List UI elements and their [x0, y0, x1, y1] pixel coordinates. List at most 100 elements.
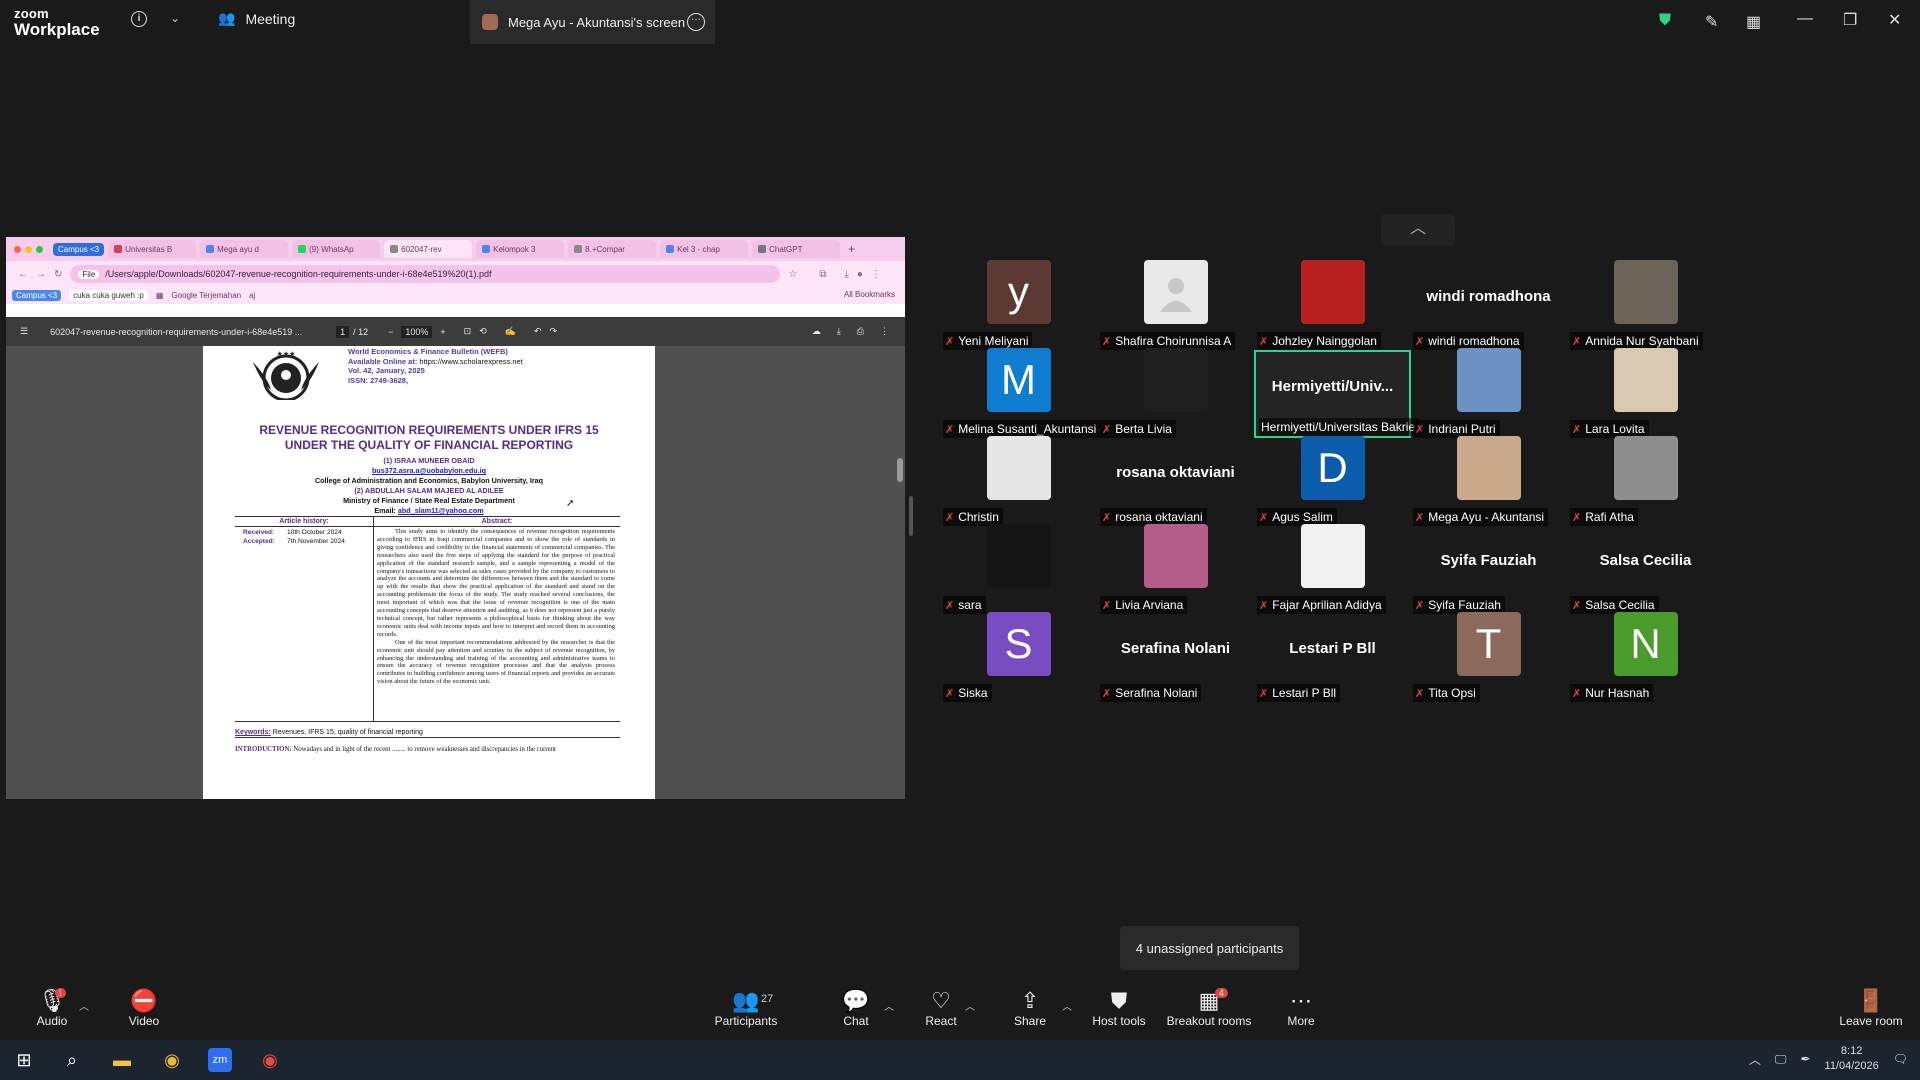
- participant-tile[interactable]: S ✗ Siska: [940, 612, 1097, 702]
- search-icon[interactable]: ⌕: [60, 1048, 84, 1072]
- participants-button[interactable]: 👥 Participants: [701, 988, 791, 1028]
- all-bookmarks-link[interactable]: All Bookmarks: [844, 290, 895, 299]
- bookmark-item[interactable]: Google Terjemahan: [171, 291, 241, 300]
- pdf-scrollbar[interactable]: [897, 458, 903, 482]
- redo-icon[interactable]: ↷: [550, 326, 558, 337]
- bookmark-item[interactable]: aj: [249, 291, 255, 300]
- split-view-handle[interactable]: [909, 496, 913, 536]
- page-number-input[interactable]: 1: [336, 325, 350, 338]
- undo-icon[interactable]: ↶: [534, 326, 542, 337]
- participant-tile[interactable]: ✗ Fajar Aprilian Adidya: [1254, 524, 1411, 614]
- host-tools-button[interactable]: ⛊ Host tools: [1074, 988, 1164, 1028]
- file-explorer-icon[interactable]: ▬: [110, 1048, 134, 1072]
- browser-tab[interactable]: Kel 3 - chap: [660, 240, 749, 258]
- minimize-icon[interactable]: —: [1797, 10, 1813, 28]
- bookmark-folder[interactable]: Campus <3: [12, 290, 62, 301]
- participant-tile[interactable]: windi romadhona ✗ windi romadhona: [1410, 262, 1567, 350]
- participant-tile[interactable]: rosana oktaviani ✗ rosana oktaviani: [1097, 438, 1254, 526]
- breakout-rooms-button[interactable]: ▦ 4 Breakout rooms: [1163, 988, 1255, 1028]
- browser-tab[interactable]: Universitas B: [108, 240, 197, 258]
- tab-meeting[interactable]: 👥 Meeting: [218, 10, 295, 27]
- restore-icon[interactable]: ❐: [1843, 10, 1857, 30]
- tray-overflow-icon[interactable]: ︿: [1749, 1051, 1761, 1068]
- extensions-icon[interactable]: ⧉: [819, 269, 826, 280]
- participant-tile[interactable]: ✗ Johzley Nainggolan: [1254, 260, 1411, 350]
- participant-tile[interactable]: ✗ Christin: [940, 436, 1097, 526]
- participant-tile[interactable]: ✗ Livia Arviana: [1097, 524, 1254, 614]
- star-icon[interactable]: ☆: [788, 269, 797, 280]
- leave-room-button[interactable]: 🚪 Leave room: [1826, 988, 1916, 1028]
- participant-tile[interactable]: Lestari P Bll ✗ Lestari P Bll: [1254, 614, 1411, 702]
- annotate-pencil-icon[interactable]: ✎: [1705, 12, 1718, 32]
- print-icon[interactable]: ⎙: [857, 326, 864, 337]
- more-button[interactable]: ⋯ More: [1256, 988, 1346, 1028]
- react-options-chevron-icon[interactable]: ︿: [965, 998, 975, 1013]
- chevron-down-icon[interactable]: ⌄: [170, 11, 180, 25]
- participant-tile[interactable]: T ✗ Tita Opsi: [1410, 612, 1567, 702]
- tab-shared-screen[interactable]: Mega Ayu - Akuntansi's screen ···: [470, 0, 715, 44]
- hamburger-menu-icon[interactable]: ☰: [20, 326, 28, 337]
- participant-tile[interactable]: Salsa Cecilia ✗ Salsa Cecilia: [1567, 526, 1724, 614]
- participant-tile[interactable]: ✗ Shafira Choirunnisa A: [1097, 260, 1254, 350]
- zoom-app-icon[interactable]: zm: [208, 1048, 232, 1072]
- browser-tab-active[interactable]: 602047-rev: [384, 240, 473, 258]
- participant-tile[interactable]: ✗ sara: [940, 524, 1097, 614]
- video-button[interactable]: ⛔ Video: [99, 988, 189, 1028]
- author-email[interactable]: abd_slam11@yahoo.com: [398, 506, 484, 515]
- forward-arrow-icon[interactable]: →: [36, 269, 46, 280]
- participant-tile[interactable]: y ✗ Yeni Meliyani: [940, 260, 1097, 350]
- gallery-scroll-up-icon[interactable]: ︿: [1381, 214, 1455, 246]
- download-icon[interactable]: ⤓: [845, 269, 849, 280]
- browser-tab[interactable]: Mega ayu d: [200, 240, 289, 258]
- meeting-info-icon[interactable]: i: [131, 11, 147, 27]
- view-layout-icon[interactable]: ▦: [1746, 12, 1761, 32]
- zoom-level[interactable]: 100%: [401, 325, 433, 338]
- participant-tile[interactable]: ✗ Lara Lovita: [1567, 348, 1724, 438]
- participant-tile[interactable]: N ✗ Nur Hasnah: [1567, 612, 1724, 702]
- participant-tile[interactable]: ✗ Mega Ayu - Akuntansi: [1410, 436, 1567, 526]
- network-icon[interactable]: 🖵: [1775, 1052, 1787, 1067]
- unassigned-participants-tooltip[interactable]: 4 unassigned participants: [1120, 926, 1299, 970]
- chrome-icon[interactable]: ◉: [160, 1048, 184, 1072]
- chrome-icon[interactable]: ◉: [258, 1048, 282, 1072]
- url-field[interactable]: File /Users/apple/Downloads/602047-reven…: [70, 265, 781, 283]
- participant-tile[interactable]: D ✗ Agus Salim: [1254, 436, 1411, 526]
- bookmark-item[interactable]: cuka cuka guweh :p: [69, 290, 148, 301]
- download-icon[interactable]: ⤓: [837, 326, 841, 337]
- browser-tab[interactable]: (9) WhatsAp: [292, 240, 381, 258]
- chat-options-chevron-icon[interactable]: ︿: [884, 998, 894, 1013]
- pdf-viewer[interactable]: ★★★ World Economics & Finance Bulletin (…: [6, 346, 905, 799]
- participant-tile[interactable]: M ✗ Melina Susanti_Akuntansi: [940, 348, 1101, 438]
- browser-tab[interactable]: ChatGPT: [752, 240, 841, 258]
- tab-group-label[interactable]: Campus <3: [53, 242, 105, 256]
- participant-tile[interactable]: ✗ Rafi Atha: [1567, 436, 1724, 526]
- participant-tile[interactable]: Hermiyetti/Univ... Hermiyetti/Universitas…: [1254, 350, 1420, 438]
- zoom-in-icon[interactable]: +: [440, 327, 445, 337]
- browser-tab[interactable]: 8.+Compar: [568, 240, 657, 258]
- participant-tile[interactable]: Serafina Nolani ✗ Serafina Nolani: [1097, 614, 1254, 702]
- zoom-out-icon[interactable]: −: [388, 327, 393, 337]
- new-tab-plus-icon[interactable]: +: [848, 242, 855, 256]
- menu-kebab-icon[interactable]: ⋮: [871, 269, 881, 280]
- ai-assist-icon[interactable]: ☁: [812, 326, 821, 337]
- more-options-icon[interactable]: ···: [687, 13, 705, 31]
- participant-tile[interactable]: ✗ Annida Nur Syahbani: [1567, 260, 1724, 350]
- share-options-chevron-icon[interactable]: ︿: [1062, 998, 1072, 1013]
- pen-icon[interactable]: ✒: [1800, 1052, 1810, 1066]
- reload-icon[interactable]: ↻: [54, 269, 62, 280]
- apps-grid-icon[interactable]: ▦: [156, 291, 164, 300]
- profile-icon[interactable]: ●: [857, 269, 863, 280]
- more-vert-icon[interactable]: ⋮: [880, 326, 889, 337]
- fit-page-icon[interactable]: ⊡: [464, 326, 472, 337]
- rotate-icon[interactable]: ⟲: [479, 326, 487, 337]
- audio-options-chevron-icon[interactable]: ︿: [79, 998, 89, 1013]
- close-icon[interactable]: ✕: [1888, 10, 1901, 30]
- participant-tile[interactable]: Syifa Fauziah ✗ Syifa Fauziah: [1410, 526, 1567, 614]
- author-email[interactable]: bus372.asra.a@uobabylon.edu.iq: [203, 466, 655, 476]
- clock[interactable]: 8:12 11/04/2026: [1825, 1044, 1879, 1074]
- notification-icon[interactable]: 🗨: [1893, 1052, 1908, 1066]
- browser-tab[interactable]: Kelompok 3: [476, 240, 565, 258]
- participant-tile[interactable]: ✗ Berta Livia: [1097, 348, 1254, 438]
- draw-icon[interactable]: ✍: [505, 326, 516, 337]
- participant-tile[interactable]: ✗ Indriani Putri: [1410, 348, 1567, 438]
